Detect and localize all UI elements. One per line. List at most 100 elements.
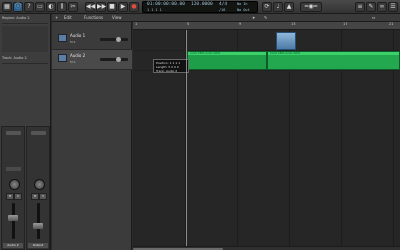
- master-volume[interactable]: ━◉━: [300, 2, 322, 12]
- bar-ruler[interactable]: 1 5 9 13 17 21: [133, 22, 400, 30]
- mute-solo-controls[interactable]: M S: [70, 60, 75, 64]
- lcd-out: No Out: [237, 8, 250, 12]
- browser-icon: ☰: [390, 3, 396, 10]
- inspector-track-header[interactable]: Track: Audio 2: [2, 56, 27, 60]
- drag-help-tag: Position: 1 1 1 1 Length: 5 0 0 0 Track:…: [153, 59, 189, 73]
- track-name[interactable]: Audio 2: [70, 53, 85, 58]
- forward-button[interactable]: ▶▶: [96, 2, 106, 12]
- cycle-button[interactable]: ⟳: [262, 2, 272, 12]
- mixer-button[interactable]: ⫼: [57, 2, 67, 12]
- ruler-tick: 17: [343, 22, 348, 26]
- metronome-button[interactable]: ▲: [284, 2, 294, 12]
- slider-thumb[interactable]: [116, 57, 121, 62]
- eq-thumbnail[interactable]: [31, 131, 46, 135]
- region-name: Audio 2#01 Audio 2#01: [188, 52, 266, 55]
- volume-fader[interactable]: [37, 203, 40, 239]
- volume-icon: ━◉━: [304, 3, 318, 10]
- lcd-position: 01:00:00:00.00: [147, 2, 185, 7]
- help-icon: ?: [27, 3, 31, 10]
- rewind-icon: ◀◀: [86, 3, 96, 10]
- tuner-button[interactable]: ♩: [273, 2, 283, 12]
- solo-button[interactable]: S: [39, 193, 47, 200]
- record-icon: ●: [131, 3, 137, 10]
- eq-thumbnail[interactable]: [6, 131, 21, 135]
- view-menu[interactable]: View: [112, 15, 122, 20]
- functions-menu[interactable]: Functions: [84, 15, 103, 20]
- sends-slot[interactable]: [6, 167, 21, 171]
- region-parameters: [2, 26, 48, 52]
- strip-name: Audio 2: [3, 243, 23, 248]
- pan-knob[interactable]: [34, 179, 45, 190]
- metronome-icon: ▲: [286, 3, 292, 10]
- browser-button[interactable]: ☰: [388, 2, 398, 12]
- track-name[interactable]: Audio 1: [70, 33, 85, 38]
- tracks-area[interactable]: Audio 2#01 Audio 2#01 Audio 2#01 Audio 2…: [133, 30, 400, 246]
- lcd-signature: 4/4: [219, 2, 228, 7]
- toolbar-button[interactable]: ▭: [35, 2, 45, 12]
- channel-strip-right: M S Output: [26, 126, 50, 250]
- play-icon: ▶: [120, 3, 126, 10]
- audio-region-track1[interactable]: [276, 32, 296, 50]
- scissors-icon: ✂: [70, 3, 76, 10]
- inspector-region-header[interactable]: Region: Audio 2: [2, 16, 30, 20]
- library-icon: ▦: [4, 3, 10, 10]
- ruler-tick: 9: [239, 22, 242, 26]
- list-icon: ≡: [357, 3, 363, 10]
- track-volume-slider[interactable]: [100, 37, 128, 42]
- notepad-button[interactable]: ✎: [366, 2, 376, 12]
- quick-help-button[interactable]: ?: [24, 2, 34, 12]
- smart-controls-button[interactable]: ◐: [46, 2, 56, 12]
- track-header-selected[interactable]: Audio 2 M S: [52, 50, 132, 70]
- horizontal-scrollbar[interactable]: [133, 246, 400, 250]
- play-button[interactable]: ▶: [118, 2, 128, 12]
- pan-knob[interactable]: [9, 179, 20, 190]
- toolbar-icon: ▭: [37, 3, 43, 10]
- mixer-icon: ⫼: [60, 3, 64, 10]
- forward-icon: ▶▶: [97, 3, 107, 10]
- ruler-tick: 1: [135, 22, 138, 26]
- solo-button[interactable]: S: [14, 193, 22, 200]
- audio-region[interactable]: Audio 2#01 Audio 2#01: [267, 51, 400, 70]
- edit-menu[interactable]: Edit: [64, 15, 72, 20]
- slider-thumb[interactable]: [116, 37, 121, 42]
- lcd-key: /16: [219, 8, 226, 12]
- notepad-icon: ✎: [368, 3, 374, 10]
- audio-region[interactable]: Audio 2#01 Audio 2#01: [187, 51, 267, 70]
- lcd-tempo: 120.0000: [191, 2, 213, 7]
- ruler-tick: 13: [291, 22, 296, 26]
- pencil-tool-icon[interactable]: ✎: [264, 15, 267, 20]
- stop-icon: ■: [109, 3, 115, 10]
- track-volume-slider[interactable]: [100, 57, 128, 62]
- divider: [2, 63, 48, 64]
- smart-controls-icon: ◐: [48, 3, 54, 10]
- strip-name: Output: [28, 243, 48, 248]
- ruler-tick: 5: [187, 22, 190, 26]
- channel-strip-left: M S Audio 2: [1, 126, 25, 250]
- mute-button[interactable]: M: [31, 193, 39, 200]
- track-header[interactable]: Audio 1 M S: [52, 30, 132, 50]
- record-button[interactable]: ●: [129, 2, 139, 12]
- playhead[interactable]: [186, 30, 187, 246]
- mute-solo-controls[interactable]: M S: [70, 40, 75, 44]
- mute-button[interactable]: M: [6, 193, 14, 200]
- inspector-panel: Region: Audio 2 Track: Audio 2 M S Audio…: [0, 14, 51, 250]
- rewind-button[interactable]: ◀◀: [85, 2, 95, 12]
- loop-icon: ∞: [379, 3, 385, 10]
- add-track-icon[interactable]: +: [55, 15, 58, 20]
- loop-browser-button[interactable]: ∞: [377, 2, 387, 12]
- zoom-icon[interactable]: ⇔: [372, 15, 375, 20]
- pointer-tool-icon[interactable]: ➤: [252, 15, 255, 20]
- inspector-button[interactable]: ⓘ: [13, 2, 23, 12]
- editors-button[interactable]: ✂: [68, 2, 78, 12]
- stop-button[interactable]: ■: [107, 2, 117, 12]
- waveform-icon: [58, 34, 67, 42]
- control-bar: ▦ ⓘ ? ▭ ◐ ⫼ ✂ ◀◀ ▶▶ ■ ▶ ● 01:00:00:00.00…: [0, 0, 400, 14]
- lcd-in: No In: [237, 2, 248, 6]
- list-editors-button[interactable]: ≡: [355, 2, 365, 12]
- fader-cap[interactable]: [8, 215, 18, 221]
- library-button[interactable]: ▦: [2, 2, 12, 12]
- lcd-display[interactable]: 01:00:00:00.00 1 1 1 1 120.0000 4/4 /16 …: [142, 1, 258, 13]
- tuner-icon: ♩: [276, 3, 280, 10]
- fader-cap[interactable]: [33, 223, 43, 229]
- volume-fader[interactable]: [12, 203, 15, 239]
